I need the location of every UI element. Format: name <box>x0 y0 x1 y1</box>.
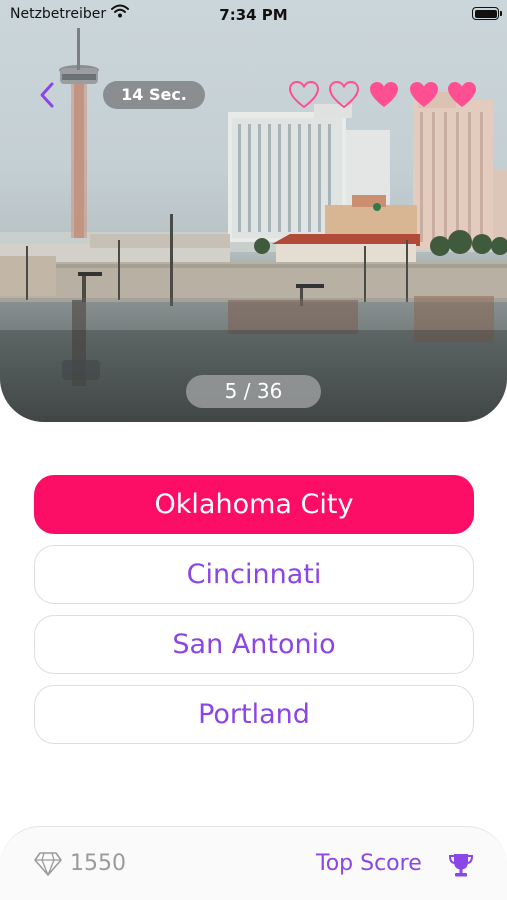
status-bar: Netzbetreiber 7:34 PM <box>0 0 507 30</box>
heart-icon <box>328 80 360 109</box>
skyline-image <box>0 28 507 422</box>
city-photo: Netzbetreiber 7:34 PM 14 Sec. 5 / 36 <box>0 0 507 422</box>
heart-icon <box>370 82 398 107</box>
timer-badge: 14 Sec. <box>103 81 205 109</box>
gem-count: 1550 <box>70 851 126 876</box>
answer-button-san-antonio[interactable]: San Antonio <box>34 615 474 674</box>
question-counter: 5 / 36 <box>186 375 321 408</box>
heart-icon <box>288 80 320 109</box>
status-time: 7:34 PM <box>219 6 288 24</box>
answer-button-portland[interactable]: Portland <box>34 685 474 744</box>
lives-indicator <box>288 80 488 110</box>
answer-list: Oklahoma City Cincinnati San Antonio Por… <box>34 475 474 755</box>
chevron-left-icon <box>40 82 54 108</box>
heart-icon <box>448 82 476 107</box>
battery-icon <box>472 7 502 20</box>
bottom-bar: 1550 Top Score <box>0 826 507 900</box>
diamond-icon <box>34 852 62 876</box>
answer-button-oklahoma-city[interactable]: Oklahoma City <box>34 475 474 534</box>
back-button[interactable] <box>34 80 62 110</box>
heart-icon <box>410 82 438 107</box>
top-score-link[interactable]: Top Score <box>316 851 422 876</box>
answer-button-cincinnati[interactable]: Cincinnati <box>34 545 474 604</box>
trophy-icon[interactable] <box>447 851 475 879</box>
